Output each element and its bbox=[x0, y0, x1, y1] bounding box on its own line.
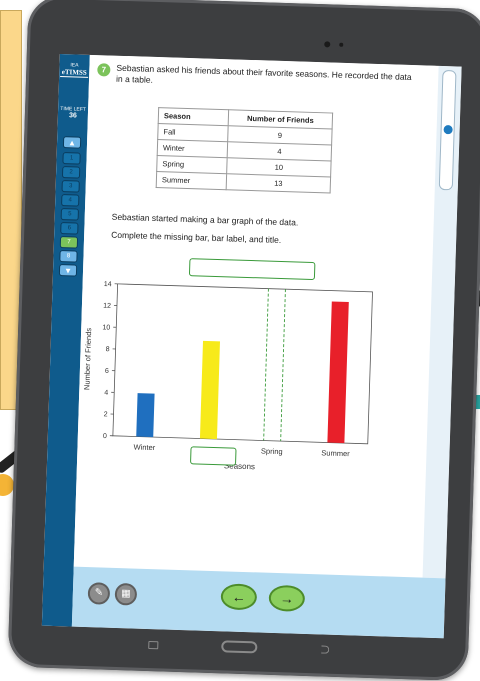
table-cell-count: 13 bbox=[226, 174, 330, 193]
y-tick-label: 2 bbox=[104, 411, 108, 418]
nav-question-5[interactable]: 5 bbox=[61, 208, 79, 221]
nav-up-button[interactable]: ▲ bbox=[63, 136, 81, 149]
timer: TIME LEFT 36 bbox=[60, 106, 86, 120]
softkey-recent-icon[interactable] bbox=[321, 645, 329, 653]
x-tick-label: Spring bbox=[261, 446, 283, 456]
nav-question-7[interactable]: 7 bbox=[60, 236, 78, 249]
season-data-table: Season Number of Friends Fall 9 Winter 4… bbox=[156, 107, 333, 193]
etimss-logo: IEA eTIMSS bbox=[60, 62, 88, 78]
y-tick-label: 12 bbox=[103, 303, 111, 310]
y-tick-label: 0 bbox=[103, 433, 107, 440]
y-tick-label: 8 bbox=[106, 346, 110, 353]
background-dot bbox=[0, 474, 14, 496]
arrow-right-icon: → bbox=[280, 590, 294, 606]
logo-name: eTIMSS bbox=[60, 69, 88, 78]
bar-label-input[interactable] bbox=[190, 446, 237, 465]
y-tick-label: 4 bbox=[104, 390, 108, 397]
bottom-toolbar: ✎ ▦ ← → bbox=[72, 567, 446, 639]
chart-bar bbox=[136, 393, 154, 437]
placeholder-bar-left-edge bbox=[264, 289, 269, 441]
y-tick-label: 10 bbox=[102, 324, 110, 331]
timer-value: 36 bbox=[60, 112, 86, 120]
nav-question-6[interactable]: 6 bbox=[60, 222, 78, 235]
nav-question-4[interactable]: 4 bbox=[61, 194, 79, 207]
tablet-screen: IEA eTIMSS TIME LEFT 36 ▲ 1 2 3 4 5 6 7 … bbox=[42, 54, 462, 638]
nav-question-2[interactable]: 2 bbox=[62, 166, 80, 179]
instruction-line-2: Complete the missing bar, bar label, and… bbox=[111, 230, 281, 245]
chart-bar bbox=[327, 301, 348, 443]
question-prompt: Sebastian asked his friends about their … bbox=[116, 63, 417, 94]
softkey-back-icon[interactable] bbox=[148, 641, 158, 649]
x-tick-label: Summer bbox=[321, 448, 350, 458]
scrollbar-handle[interactable] bbox=[444, 125, 453, 134]
nav-question-1[interactable]: 1 bbox=[62, 152, 80, 165]
scrollbar-frame[interactable] bbox=[439, 70, 457, 190]
question-number-badge: 7 bbox=[97, 63, 110, 76]
tablet-frame: IEA eTIMSS TIME LEFT 36 ▲ 1 2 3 4 5 6 7 … bbox=[8, 0, 480, 681]
table-cell-season: Summer bbox=[156, 172, 226, 190]
y-tick-label: 6 bbox=[105, 368, 109, 375]
back-button[interactable]: ← bbox=[220, 583, 257, 610]
bar-chart: 0 2 4 6 8 10 12 14 Number of Friends Winter Spring… bbox=[76, 269, 428, 490]
nav-question-3[interactable]: 3 bbox=[61, 180, 79, 193]
nav-down-button[interactable]: ▼ bbox=[59, 264, 77, 277]
y-tick-label: 14 bbox=[104, 281, 112, 288]
softkey-home-icon[interactable] bbox=[221, 640, 257, 653]
arrow-left-icon: ← bbox=[232, 589, 246, 605]
y-axis-label: Number of Friends bbox=[82, 328, 93, 391]
ruler-icon[interactable]: ✎ bbox=[88, 582, 111, 605]
camera-lens bbox=[324, 41, 330, 47]
placeholder-bar-right-edge bbox=[281, 289, 286, 441]
android-softkeys bbox=[8, 633, 468, 667]
next-button[interactable]: → bbox=[268, 585, 305, 612]
question-panel: 7 Sebastian asked his friends about thei… bbox=[74, 55, 436, 578]
calculator-icon[interactable]: ▦ bbox=[115, 583, 138, 606]
instruction-line-1: Sebastian started making a bar graph of … bbox=[112, 212, 299, 228]
x-tick-label: Winter bbox=[133, 442, 155, 452]
chart-bar bbox=[200, 341, 220, 439]
nav-question-8[interactable]: 8 bbox=[59, 250, 77, 263]
camera-sensor bbox=[339, 43, 343, 47]
